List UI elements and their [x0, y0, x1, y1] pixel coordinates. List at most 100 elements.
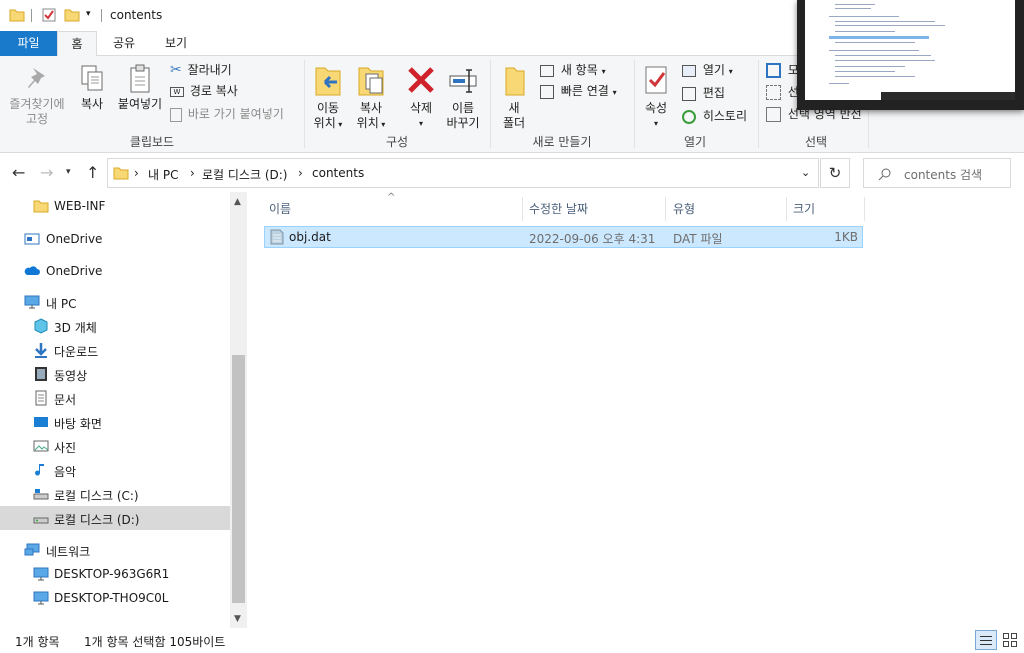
up-arrow-icon[interactable]: ↑ — [86, 163, 99, 182]
drive-d-icon — [33, 517, 49, 524]
nav-item-music[interactable]: 음악 — [0, 458, 230, 482]
breadcrumb-contents[interactable]: contents — [312, 166, 364, 180]
properties-icon[interactable] — [41, 7, 57, 23]
search-icon — [878, 168, 891, 181]
properties-button[interactable]: 속성 ▾ — [638, 64, 674, 131]
edit-button[interactable]: 편집 — [682, 83, 725, 103]
scroll-down-icon[interactable]: ▼ — [234, 614, 241, 624]
select-all-icon — [766, 63, 781, 78]
new-folder-icon — [505, 67, 525, 96]
nav-item-videos[interactable]: 동영상 — [0, 362, 230, 386]
back-arrow-icon[interactable]: ← — [12, 163, 25, 182]
refresh-icon[interactable]: ↻ — [820, 158, 850, 188]
new-folder-button[interactable]: 새 폴더 — [494, 64, 534, 131]
window-thumbnail-preview[interactable] — [797, 0, 1024, 110]
open-label: 열기 — [702, 63, 725, 77]
status-bar: 1개 항목 1개 항목 선택함 105바이트 — [0, 628, 1024, 653]
tab-file[interactable]: 파일 — [0, 31, 57, 56]
chevron-down-icon: ▾ — [653, 119, 658, 128]
chevron-down-icon: ▾ — [728, 67, 733, 76]
tab-share[interactable]: 공유 — [101, 31, 147, 56]
breadcrumb-separator-icon[interactable]: › — [134, 166, 139, 180]
rename-label-2: 바꾸기 — [446, 116, 480, 130]
chevron-down-icon: ▾ — [335, 120, 343, 129]
rename-button[interactable]: 이름 바꾸기 — [441, 64, 485, 131]
breadcrumb-this-pc[interactable]: 내 PC — [148, 166, 178, 183]
details-view-icon[interactable] — [975, 630, 997, 650]
pin-to-quick-access-button[interactable]: 즐겨찾기에 고정 — [4, 64, 70, 127]
nav-item-this-pc[interactable]: 내 PC — [0, 290, 230, 314]
column-divider[interactable] — [665, 197, 666, 221]
chevron-down-icon[interactable]: ⌄ — [801, 166, 810, 179]
address-bar[interactable]: › 내 PC › 로컬 디스크 (D:) › contents ⌄ — [107, 158, 819, 188]
delete-button[interactable]: 삭제 ▾ — [402, 64, 440, 131]
column-header-name[interactable]: 이름 — [269, 200, 291, 217]
3d-objects-icon — [34, 318, 48, 334]
nav-item-web-inf[interactable]: WEB-INF — [0, 194, 230, 218]
breadcrumb-drive-d[interactable]: 로컬 디스크 (D:) — [202, 166, 287, 183]
file-modified: 2022-09-06 오후 4:31 — [529, 232, 656, 246]
move-to-button[interactable]: 이동 위치 ▾ — [307, 64, 349, 132]
history-button[interactable]: 히스토리 — [682, 106, 747, 126]
code-line — [829, 16, 899, 17]
scroll-up-icon[interactable]: ▲ — [234, 197, 241, 207]
forward-arrow-icon[interactable]: → — [40, 163, 53, 182]
nav-item-onedrive[interactable]: OneDrive — [0, 259, 230, 283]
dat-file-icon — [270, 229, 284, 245]
nav-item-drive-c[interactable]: 로컬 디스크 (C:) — [0, 482, 230, 506]
nav-item-documents[interactable]: 문서 — [0, 386, 230, 410]
column-header-type[interactable]: 유형 — [673, 200, 695, 217]
code-line — [835, 55, 931, 56]
nav-item-onedrive-business[interactable]: OneDrive — [0, 227, 230, 251]
tab-view[interactable]: 보기 — [153, 31, 199, 56]
paste-button[interactable]: 붙여넣기 — [114, 64, 166, 112]
paste-shortcut-button[interactable]: 바로 가기 붙여넣기 — [170, 104, 284, 124]
table-row[interactable]: obj.dat 2022-09-06 오후 4:31 DAT 파일 1KB — [264, 226, 863, 248]
nav-item-pictures[interactable]: 사진 — [0, 434, 230, 458]
nav-item-downloads[interactable]: 다운로드 — [0, 338, 230, 362]
select-none-button[interactable]: 선 — [766, 82, 799, 102]
nav-item-desktop-963g6r1[interactable]: DESKTOP-963G6R1 — [0, 562, 230, 586]
new-item-button[interactable]: 새 항목 ▾ — [540, 60, 606, 80]
select-all-button[interactable]: 모 — [766, 60, 799, 80]
breadcrumb-separator-icon[interactable]: › — [190, 166, 195, 180]
tab-home[interactable]: 홈 — [57, 31, 97, 57]
nav-label: WEB-INF — [54, 199, 106, 213]
copy-button[interactable]: 복사 — [72, 64, 112, 112]
easy-access-button[interactable]: 빠른 연결 ▾ — [540, 81, 617, 101]
column-divider[interactable] — [786, 197, 787, 221]
search-box[interactable]: contents 검색 — [863, 158, 1011, 188]
copy-path-button[interactable]: W 경로 복사 — [170, 81, 238, 101]
column-divider[interactable] — [864, 197, 865, 221]
nav-scrollbar-thumb[interactable] — [232, 355, 245, 603]
recent-locations-icon[interactable]: ▾ — [66, 167, 71, 177]
nav-item-desktop-tho9c0l[interactable]: DESKTOP-THO9C0L — [0, 586, 230, 610]
open-icon — [682, 64, 696, 77]
column-divider[interactable] — [522, 197, 523, 221]
video-icon — [35, 367, 47, 381]
nav-item-network[interactable]: 네트워크 — [0, 538, 230, 562]
column-header-size[interactable]: 크기 — [793, 200, 815, 217]
nav-label: DESKTOP-963G6R1 — [54, 567, 170, 581]
open-group-label: 열기 — [683, 135, 707, 149]
navigation-pane: WEB-INF OneDrive OneDrive 내 PC 3D 개체 다운로… — [0, 192, 248, 628]
column-header-modified[interactable]: 수정한 날짜 — [529, 200, 588, 217]
open-button[interactable]: 열기 ▾ — [682, 60, 733, 80]
download-icon — [35, 343, 47, 358]
cut-button[interactable]: ✂ 잘라내기 — [170, 60, 232, 80]
copy-to-button[interactable]: 복사 위치 ▾ — [350, 64, 392, 132]
customize-toolbar-icon[interactable]: ▾ — [86, 9, 91, 19]
nav-item-drive-d[interactable]: 로컬 디스크 (D:) — [0, 506, 230, 530]
group-divider — [634, 60, 635, 148]
nav-item-3d-objects[interactable]: 3D 개체 — [0, 314, 230, 338]
nav-label: 다운로드 — [54, 345, 99, 359]
copy-icon — [81, 65, 103, 91]
pin-label-1: 즐겨찾기에 — [9, 97, 65, 111]
new-folder-icon[interactable] — [64, 7, 80, 23]
breadcrumb-separator-icon[interactable]: › — [298, 166, 303, 180]
large-icons-view-icon[interactable] — [1001, 631, 1019, 649]
select-none-icon — [766, 85, 781, 100]
nav-item-desktop[interactable]: 바탕 화면 — [0, 410, 230, 434]
rename-label-1: 이름 — [451, 101, 475, 115]
easy-access-icon — [540, 84, 554, 99]
